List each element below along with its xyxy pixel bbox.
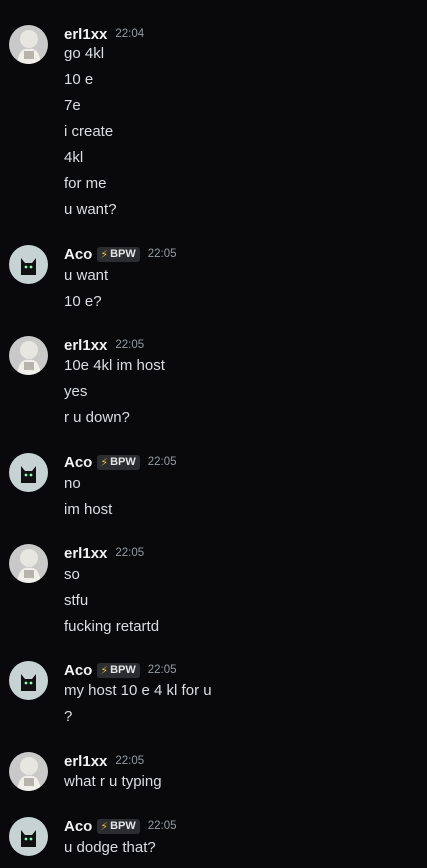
message-text: u dodge that? [64, 839, 156, 856]
timestamp: 22:05 [115, 339, 145, 351]
message-text: u want [64, 267, 109, 284]
timestamp: 22:05 [115, 755, 145, 767]
message-text: 10e 4kl im host [64, 357, 165, 374]
avatar[interactable] [9, 661, 48, 700]
timestamp: 22:05 [147, 664, 177, 676]
message-text: for me [64, 175, 107, 192]
username[interactable]: erl1xx [64, 545, 107, 562]
lightning-icon: ⚡ [100, 820, 109, 833]
message-text: 7e [64, 97, 81, 114]
avatar[interactable] [9, 25, 48, 64]
message-text: ? [64, 708, 73, 725]
timestamp: 22:04 [115, 28, 145, 40]
server-tag-badge[interactable]: ⚡ BPW [97, 246, 140, 262]
message-text: fucking retartd [64, 618, 160, 635]
username[interactable]: Aco [64, 454, 92, 471]
server-tag-badge[interactable]: ⚡ BPW [97, 662, 140, 678]
server-tag-label: BPW [110, 664, 136, 676]
server-tag-label: BPW [110, 248, 136, 260]
avatar[interactable] [9, 453, 48, 492]
user-avatar-icon [9, 752, 48, 791]
message-text: yes [64, 383, 88, 400]
cat-avatar-icon [9, 453, 48, 492]
message-text: 10 e? [64, 293, 102, 310]
message-text: u want? [64, 201, 117, 218]
server-tag-label: BPW [110, 820, 136, 832]
avatar[interactable] [9, 752, 48, 791]
timestamp: 22:05 [147, 456, 177, 468]
message-text: what r u typing [64, 773, 162, 790]
lightning-icon: ⚡ [100, 456, 109, 469]
message-text: go 4kl [64, 45, 105, 62]
username[interactable]: erl1xx [64, 337, 107, 354]
message-text: no [64, 475, 81, 492]
username[interactable]: erl1xx [64, 26, 107, 43]
lightning-icon: ⚡ [100, 664, 109, 677]
server-tag-badge[interactable]: ⚡ BPW [97, 454, 140, 470]
server-tag-badge[interactable]: ⚡ BPW [97, 818, 140, 834]
username[interactable]: Aco [64, 818, 92, 835]
cat-avatar-icon [9, 661, 48, 700]
avatar[interactable] [9, 336, 48, 375]
cat-avatar-icon [9, 245, 48, 284]
user-avatar-icon [9, 544, 48, 583]
username[interactable]: Aco [64, 246, 92, 263]
cat-avatar-icon [9, 817, 48, 856]
lightning-icon: ⚡ [100, 248, 109, 261]
user-avatar-icon [9, 25, 48, 64]
timestamp: 22:05 [147, 820, 177, 832]
avatar[interactable] [9, 245, 48, 284]
timestamp: 22:05 [115, 547, 145, 559]
message-text: r u down? [64, 409, 130, 426]
message-text: my host 10 e 4 kl for u [64, 682, 212, 699]
server-tag-label: BPW [110, 456, 136, 468]
username[interactable]: Aco [64, 662, 92, 679]
timestamp: 22:05 [147, 248, 177, 260]
message-text: stfu [64, 592, 89, 609]
message-text: 10 e [64, 71, 94, 88]
message-text: im host [64, 501, 113, 518]
username[interactable]: erl1xx [64, 753, 107, 770]
avatar[interactable] [9, 817, 48, 856]
message-text: 4kl [64, 149, 84, 166]
user-avatar-icon [9, 336, 48, 375]
message-text: i create [64, 123, 114, 140]
message-text: so [64, 566, 80, 583]
avatar[interactable] [9, 544, 48, 583]
